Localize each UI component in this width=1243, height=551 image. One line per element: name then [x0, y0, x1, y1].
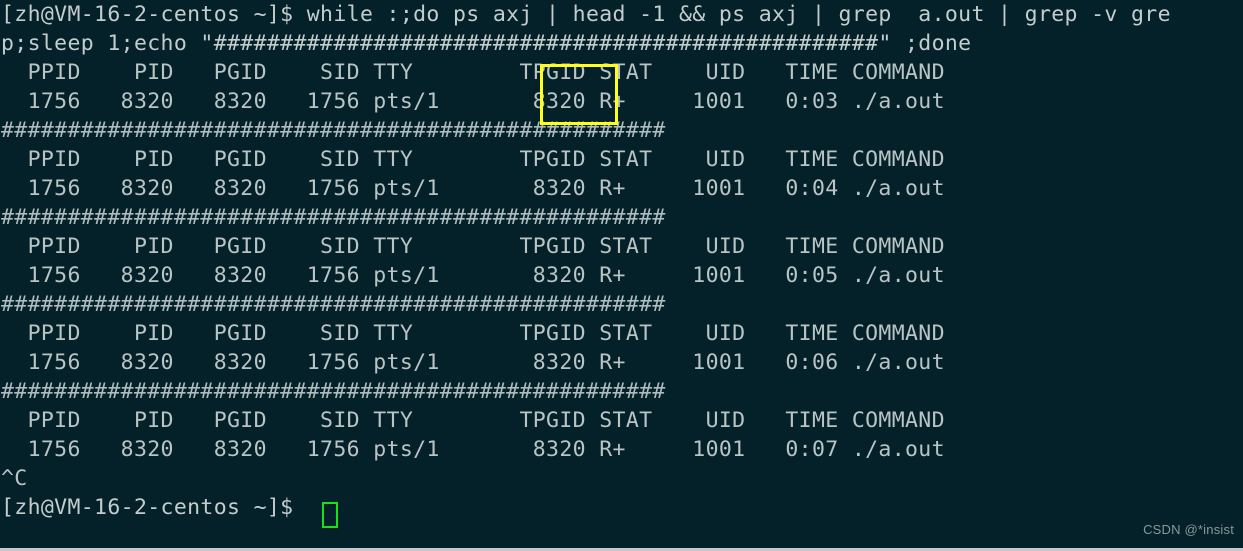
command-line-2: p;sleep 1;echo "########################… [1, 31, 972, 56]
ps-row-5: 1756 8320 8320 1756 pts/1 8320 R+ 1001 0… [1, 437, 945, 462]
terminal-window[interactable]: [zh@VM-16-2-centos ~]$ while :;do ps axj… [0, 0, 1243, 551]
separator-2: ########################################… [1, 205, 666, 230]
ps-header-3: PPID PID PGID SID TTY TPGID STAT UID TIM… [1, 234, 945, 259]
terminal-cursor [322, 502, 338, 528]
separator-3: ########################################… [1, 292, 666, 317]
ps-header-2: PPID PID PGID SID TTY TPGID STAT UID TIM… [1, 147, 945, 172]
ps-header-5: PPID PID PGID SID TTY TPGID STAT UID TIM… [1, 408, 945, 433]
ps-header-4: PPID PID PGID SID TTY TPGID STAT UID TIM… [1, 321, 945, 346]
ps-row-1: 1756 8320 8320 1756 pts/1 8320 R+ 1001 0… [1, 89, 945, 114]
command-line-1: [zh@VM-16-2-centos ~]$ while :;do ps axj… [1, 2, 1171, 27]
separator-1: ########################################… [1, 118, 666, 143]
csdn-watermark: CSDN @*insist [1143, 522, 1234, 537]
terminal-output[interactable]: [zh@VM-16-2-centos ~]$ while :;do ps axj… [0, 0, 1243, 522]
ps-row-2: 1756 8320 8320 1756 pts/1 8320 R+ 1001 0… [1, 176, 945, 201]
ps-row-3: 1756 8320 8320 1756 pts/1 8320 R+ 1001 0… [1, 263, 945, 288]
final-prompt: [zh@VM-16-2-centos ~]$ [1, 495, 307, 520]
ps-row-4: 1756 8320 8320 1756 pts/1 8320 R+ 1001 0… [1, 350, 945, 375]
ps-header-1: PPID PID PGID SID TTY TPGID STAT UID TIM… [1, 60, 945, 85]
separator-4: ########################################… [1, 379, 666, 404]
interrupt-line: ^C [1, 466, 28, 491]
